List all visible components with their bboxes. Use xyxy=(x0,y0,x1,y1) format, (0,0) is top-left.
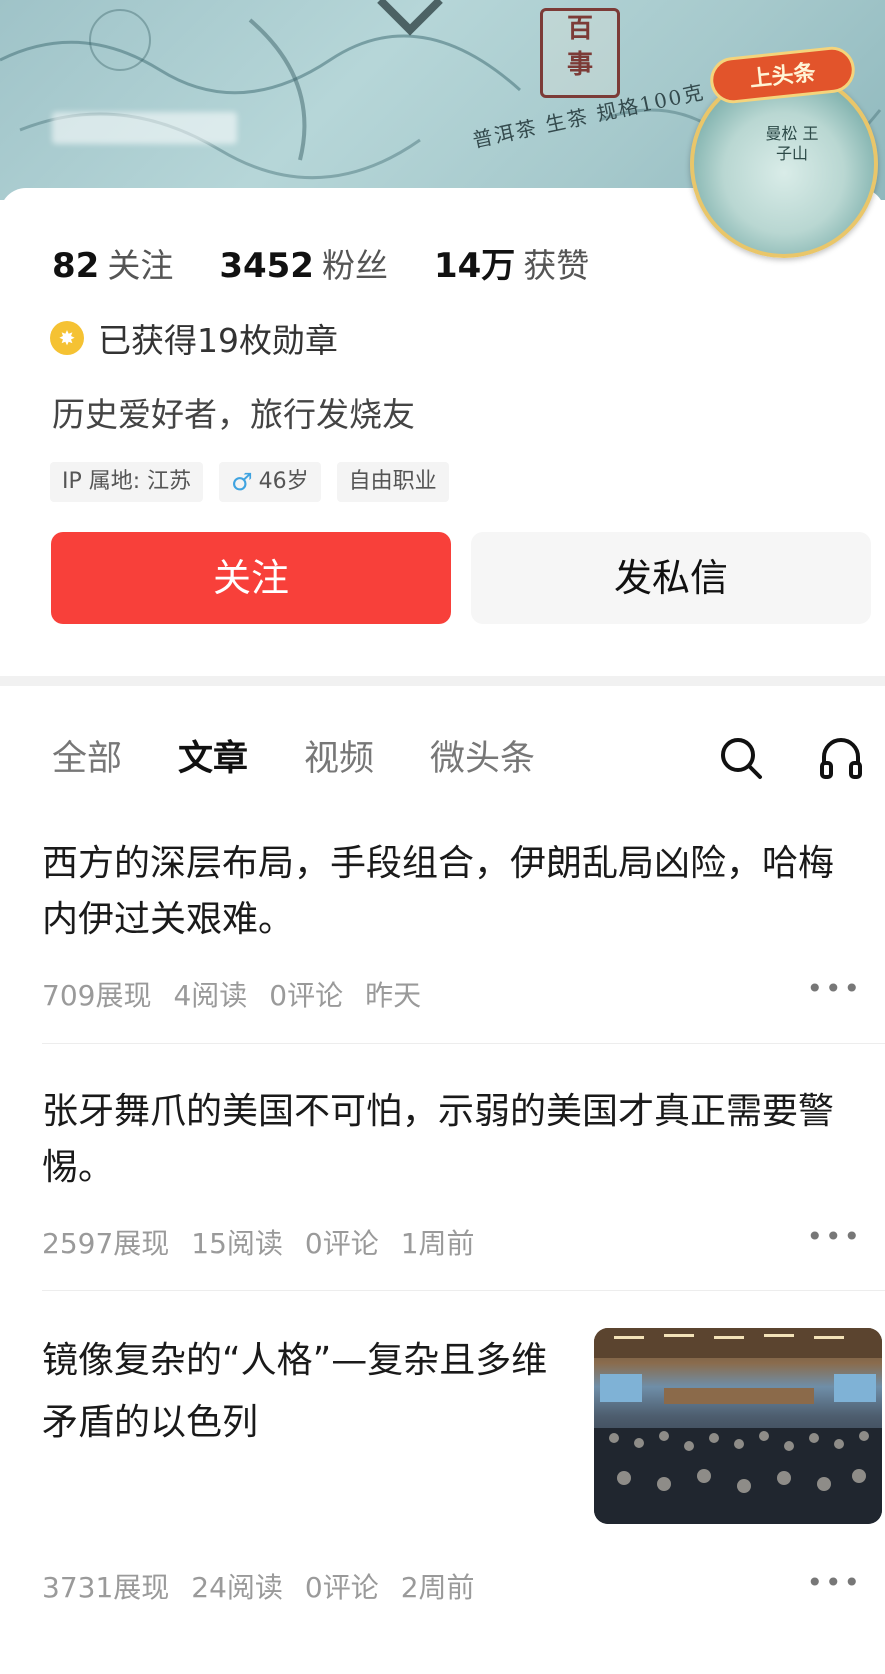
stat-followers[interactable]: 3452 粉丝 xyxy=(219,239,388,287)
more-icon[interactable]: ••• xyxy=(806,1220,862,1253)
profile-bio: 历史爱好者，旅行发烧友 xyxy=(52,395,415,434)
tag-occupation: 自由职业 xyxy=(336,462,449,502)
profile-tags: IP 属地: 江苏 ♂ 46岁 自由职业 xyxy=(50,462,465,502)
follow-button[interactable]: 关注 xyxy=(51,532,451,624)
medal-row[interactable]: ✸ 已获得19枚勋章 xyxy=(50,314,338,362)
male-icon: ♂ xyxy=(231,468,253,496)
stat-likes-count: 14万 xyxy=(433,246,516,286)
article-time: 2周前 xyxy=(400,1571,475,1604)
tag-occupation-text: 自由职业 xyxy=(348,469,437,494)
list-divider xyxy=(42,1290,885,1291)
stat-likes[interactable]: 14万 获赞 xyxy=(434,238,589,287)
article-time: 昨天 xyxy=(365,979,422,1012)
article-item[interactable]: 西方的深层布局，手段组合，伊朗乱局凶险，哈梅内伊过关艰难。 709展现 4阅读 … xyxy=(42,836,862,1014)
avatar-tea-label: 曼松 王子山 xyxy=(765,124,819,163)
article-comments: 0评论 xyxy=(304,1227,379,1260)
stat-followers-count: 3452 xyxy=(219,246,314,286)
stat-following-label: 关注 xyxy=(107,246,174,285)
article-reads: 24阅读 xyxy=(191,1571,283,1604)
more-icon[interactable]: ••• xyxy=(806,972,862,1005)
article-reads: 4阅读 xyxy=(173,979,248,1012)
tab-articles[interactable]: 文章 xyxy=(178,730,248,781)
tab-videos[interactable]: 视频 xyxy=(304,730,374,781)
article-time: 1周前 xyxy=(400,1227,475,1260)
medal-icon: ✸ xyxy=(50,321,84,355)
article-views: 709展现 xyxy=(42,979,152,1012)
article-reads: 15阅读 xyxy=(191,1227,283,1260)
article-item[interactable]: 张牙舞爪的美国不可怕，示弱的美国才真正需要警惕。 2597展现 15阅读 0评论… xyxy=(42,1084,862,1262)
article-comments: 0评论 xyxy=(304,1571,379,1604)
article-comments: 0评论 xyxy=(269,979,344,1012)
tab-all[interactable]: 全部 xyxy=(52,730,122,781)
article-item[interactable]: 镜像复杂的“人格”—复杂且多维矛盾的以色列 xyxy=(42,1330,562,1454)
tag-age: ♂ 46岁 xyxy=(219,462,321,502)
tag-ip-location: IP 属地: 江苏 xyxy=(50,462,204,502)
article-views: 3731展现 xyxy=(42,1571,170,1604)
tag-age-text: 46岁 xyxy=(258,469,309,494)
article-title[interactable]: 西方的深层布局，手段组合，伊朗乱局凶险，哈梅内伊过关艰难。 xyxy=(42,836,862,948)
more-icon[interactable]: ••• xyxy=(806,1566,862,1599)
article-meta: 2597展现 15阅读 0评论 1周前 xyxy=(42,1222,862,1262)
article-meta: 3731展现 24阅读 0评论 2周前 xyxy=(42,1566,497,1606)
tab-micro-posts[interactable]: 微头条 xyxy=(430,730,535,781)
article-title[interactable]: 镜像复杂的“人格”—复杂且多维矛盾的以色列 xyxy=(42,1330,562,1454)
stat-following[interactable]: 82 关注 xyxy=(52,239,173,287)
article-meta: 709展现 4阅读 0评论 昨天 xyxy=(42,974,862,1014)
banner-seal: 百 事 xyxy=(540,8,620,98)
profile-stats: 82 关注 3452 粉丝 14万 获赞 xyxy=(52,238,635,287)
content-tabs: 全部 文章 视频 微头条 xyxy=(52,730,591,781)
conference-hall-image xyxy=(594,1328,882,1524)
article-thumbnail[interactable] xyxy=(594,1328,882,1524)
tag-ip-text: IP 属地: 江苏 xyxy=(62,469,192,494)
article-views: 2597展现 xyxy=(42,1227,170,1260)
search-icon[interactable] xyxy=(718,735,764,781)
medal-text: 已获得19枚勋章 xyxy=(98,321,338,360)
message-button[interactable]: 发私信 xyxy=(471,532,871,624)
list-divider xyxy=(42,1043,885,1044)
headphones-icon[interactable] xyxy=(818,735,864,781)
blurred-username xyxy=(52,112,237,144)
section-divider xyxy=(0,676,885,686)
stat-following-count: 82 xyxy=(52,246,100,286)
stat-likes-label: 获赞 xyxy=(523,246,590,285)
stat-followers-label: 粉丝 xyxy=(321,246,388,285)
article-title[interactable]: 张牙舞爪的美国不可怕，示弱的美国才真正需要警惕。 xyxy=(42,1084,862,1196)
